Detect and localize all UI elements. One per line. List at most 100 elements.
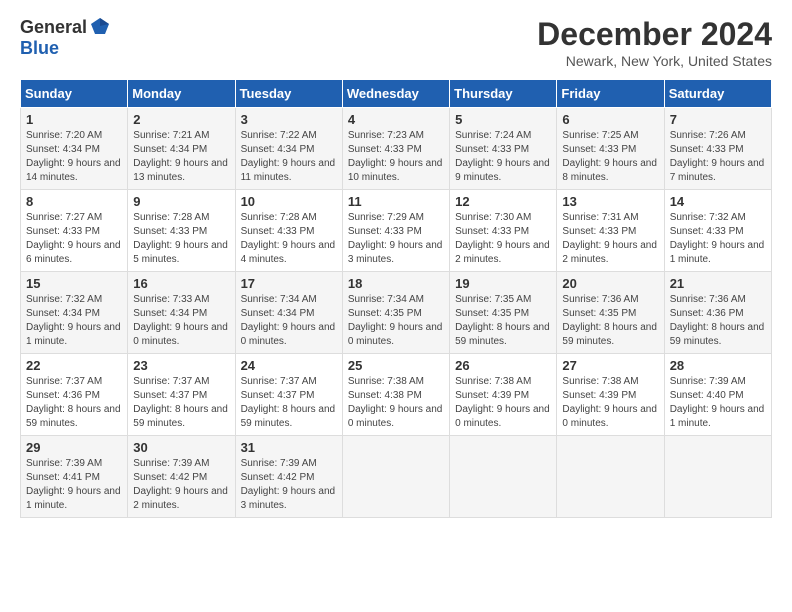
day-info: Sunrise: 7:38 AMSunset: 4:39 PMDaylight:… xyxy=(562,375,658,431)
day-number: 9 xyxy=(133,194,229,209)
calendar-cell: 9 Sunrise: 7:28 AMSunset: 4:33 PMDaylight… xyxy=(128,190,235,272)
col-header-thursday: Thursday xyxy=(450,80,557,108)
day-info: Sunrise: 7:37 AMSunset: 4:37 PMDaylight:… xyxy=(133,375,229,431)
day-info: Sunrise: 7:32 AMSunset: 4:34 PMDaylight:… xyxy=(26,293,122,349)
calendar-cell: 20Sunrise: 7:36 AMSunset: 4:35 PMDayligh… xyxy=(557,272,664,354)
day-number: 26 xyxy=(455,358,551,373)
calendar-cell: 24 Sunrise: 7:37 AMSunset: 4:37 PMDayligh… xyxy=(235,354,342,436)
calendar-cell: 16 Sunrise: 7:33 AMSunset: 4:34 PMDayligh… xyxy=(128,272,235,354)
day-number: 14 xyxy=(670,194,766,209)
day-info: Sunrise: 7:37 AMSunset: 4:37 PMDaylight:… xyxy=(241,375,337,431)
day-number: 4 xyxy=(348,112,444,127)
calendar-week-row: 15 Sunrise: 7:32 AMSunset: 4:34 PMDayligh… xyxy=(21,272,772,354)
calendar-cell: 31Sunrise: 7:39 AMSunset: 4:42 PMDayligh… xyxy=(235,436,342,518)
day-info: Sunrise: 7:39 AMSunset: 4:40 PMDaylight:… xyxy=(670,375,766,431)
day-number: 27 xyxy=(562,358,658,373)
day-info: Sunrise: 7:33 AMSunset: 4:34 PMDaylight:… xyxy=(133,293,229,349)
calendar-cell: 12Sunrise: 7:30 AMSunset: 4:33 PMDayligh… xyxy=(450,190,557,272)
calendar-cell: 3 Sunrise: 7:22 AMSunset: 4:34 PMDaylight… xyxy=(235,108,342,190)
calendar-cell: 23 Sunrise: 7:37 AMSunset: 4:37 PMDayligh… xyxy=(128,354,235,436)
col-header-sunday: Sunday xyxy=(21,80,128,108)
calendar-week-row: 1Sunrise: 7:20 AMSunset: 4:34 PMDaylight… xyxy=(21,108,772,190)
calendar-cell xyxy=(664,436,771,518)
day-info: Sunrise: 7:39 AMSunset: 4:41 PMDaylight:… xyxy=(26,457,122,513)
header: General Blue December 2024 Newark, New Y… xyxy=(20,16,772,69)
day-number: 22 xyxy=(26,358,122,373)
calendar-cell: 6 Sunrise: 7:25 AMSunset: 4:33 PMDaylight… xyxy=(557,108,664,190)
day-number: 13 xyxy=(562,194,658,209)
calendar-cell: 5 Sunrise: 7:24 AMSunset: 4:33 PMDaylight… xyxy=(450,108,557,190)
day-number: 20 xyxy=(562,276,658,291)
calendar-cell: 11 Sunrise: 7:29 AMSunset: 4:33 PMDayligh… xyxy=(342,190,449,272)
day-number: 29 xyxy=(26,440,122,455)
day-info: Sunrise: 7:35 AMSunset: 4:35 PMDaylight:… xyxy=(455,293,551,349)
col-header-tuesday: Tuesday xyxy=(235,80,342,108)
day-info: Sunrise: 7:25 AMSunset: 4:33 PMDaylight:… xyxy=(562,129,658,185)
calendar-cell: 13 Sunrise: 7:31 AMSunset: 4:33 PMDayligh… xyxy=(557,190,664,272)
day-number: 8 xyxy=(26,194,122,209)
logo: General Blue xyxy=(20,16,111,59)
calendar-week-row: 22Sunrise: 7:37 AMSunset: 4:36 PMDayligh… xyxy=(21,354,772,436)
calendar-cell: 14Sunrise: 7:32 AMSunset: 4:33 PMDayligh… xyxy=(664,190,771,272)
day-number: 18 xyxy=(348,276,444,291)
calendar-cell: 15 Sunrise: 7:32 AMSunset: 4:34 PMDayligh… xyxy=(21,272,128,354)
col-header-saturday: Saturday xyxy=(664,80,771,108)
calendar-week-row: 8 Sunrise: 7:27 AMSunset: 4:33 PMDaylight… xyxy=(21,190,772,272)
day-info: Sunrise: 7:26 AMSunset: 4:33 PMDaylight:… xyxy=(670,129,766,185)
month-title: December 2024 xyxy=(537,16,772,53)
calendar-cell xyxy=(342,436,449,518)
calendar-cell: 18 Sunrise: 7:34 AMSunset: 4:35 PMDayligh… xyxy=(342,272,449,354)
day-number: 2 xyxy=(133,112,229,127)
day-info: Sunrise: 7:21 AMSunset: 4:34 PMDaylight:… xyxy=(133,129,229,185)
day-number: 25 xyxy=(348,358,444,373)
calendar-cell: 1Sunrise: 7:20 AMSunset: 4:34 PMDaylight… xyxy=(21,108,128,190)
day-info: Sunrise: 7:27 AMSunset: 4:33 PMDaylight:… xyxy=(26,211,122,267)
day-number: 5 xyxy=(455,112,551,127)
day-info: Sunrise: 7:31 AMSunset: 4:33 PMDaylight:… xyxy=(562,211,658,267)
day-number: 16 xyxy=(133,276,229,291)
day-info: Sunrise: 7:38 AMSunset: 4:38 PMDaylight:… xyxy=(348,375,444,431)
col-header-friday: Friday xyxy=(557,80,664,108)
location: Newark, New York, United States xyxy=(537,53,772,69)
day-number: 3 xyxy=(241,112,337,127)
day-number: 6 xyxy=(562,112,658,127)
day-info: Sunrise: 7:23 AMSunset: 4:33 PMDaylight:… xyxy=(348,129,444,185)
calendar-cell: 10Sunrise: 7:28 AMSunset: 4:33 PMDayligh… xyxy=(235,190,342,272)
day-number: 7 xyxy=(670,112,766,127)
logo-blue: Blue xyxy=(20,38,59,58)
calendar-cell xyxy=(450,436,557,518)
day-info: Sunrise: 7:28 AMSunset: 4:33 PMDaylight:… xyxy=(133,211,229,267)
day-number: 21 xyxy=(670,276,766,291)
calendar-week-row: 29 Sunrise: 7:39 AMSunset: 4:41 PMDayligh… xyxy=(21,436,772,518)
calendar-cell: 29 Sunrise: 7:39 AMSunset: 4:41 PMDayligh… xyxy=(21,436,128,518)
calendar-cell: 27 Sunrise: 7:38 AMSunset: 4:39 PMDayligh… xyxy=(557,354,664,436)
day-info: Sunrise: 7:22 AMSunset: 4:34 PMDaylight:… xyxy=(241,129,337,185)
calendar-cell: 30Sunrise: 7:39 AMSunset: 4:42 PMDayligh… xyxy=(128,436,235,518)
calendar-cell: 4 Sunrise: 7:23 AMSunset: 4:33 PMDaylight… xyxy=(342,108,449,190)
day-info: Sunrise: 7:34 AMSunset: 4:35 PMDaylight:… xyxy=(348,293,444,349)
col-header-monday: Monday xyxy=(128,80,235,108)
day-number: 1 xyxy=(26,112,122,127)
title-area: December 2024 Newark, New York, United S… xyxy=(537,16,772,69)
day-number: 17 xyxy=(241,276,337,291)
day-info: Sunrise: 7:24 AMSunset: 4:33 PMDaylight:… xyxy=(455,129,551,185)
day-info: Sunrise: 7:38 AMSunset: 4:39 PMDaylight:… xyxy=(455,375,551,431)
day-info: Sunrise: 7:29 AMSunset: 4:33 PMDaylight:… xyxy=(348,211,444,267)
day-number: 28 xyxy=(670,358,766,373)
calendar-cell: 7 Sunrise: 7:26 AMSunset: 4:33 PMDaylight… xyxy=(664,108,771,190)
day-number: 31 xyxy=(241,440,337,455)
day-number: 24 xyxy=(241,358,337,373)
day-number: 23 xyxy=(133,358,229,373)
calendar-cell xyxy=(557,436,664,518)
calendar-cell: 26 Sunrise: 7:38 AMSunset: 4:39 PMDayligh… xyxy=(450,354,557,436)
calendar-cell: 25 Sunrise: 7:38 AMSunset: 4:38 PMDayligh… xyxy=(342,354,449,436)
calendar-cell: 19Sunrise: 7:35 AMSunset: 4:35 PMDayligh… xyxy=(450,272,557,354)
calendar-cell: 8 Sunrise: 7:27 AMSunset: 4:33 PMDaylight… xyxy=(21,190,128,272)
day-number: 15 xyxy=(26,276,122,291)
day-info: Sunrise: 7:39 AMSunset: 4:42 PMDaylight:… xyxy=(133,457,229,513)
day-number: 11 xyxy=(348,194,444,209)
day-number: 12 xyxy=(455,194,551,209)
col-header-wednesday: Wednesday xyxy=(342,80,449,108)
calendar-cell: 28 Sunrise: 7:39 AMSunset: 4:40 PMDayligh… xyxy=(664,354,771,436)
calendar-cell: 2 Sunrise: 7:21 AMSunset: 4:34 PMDaylight… xyxy=(128,108,235,190)
